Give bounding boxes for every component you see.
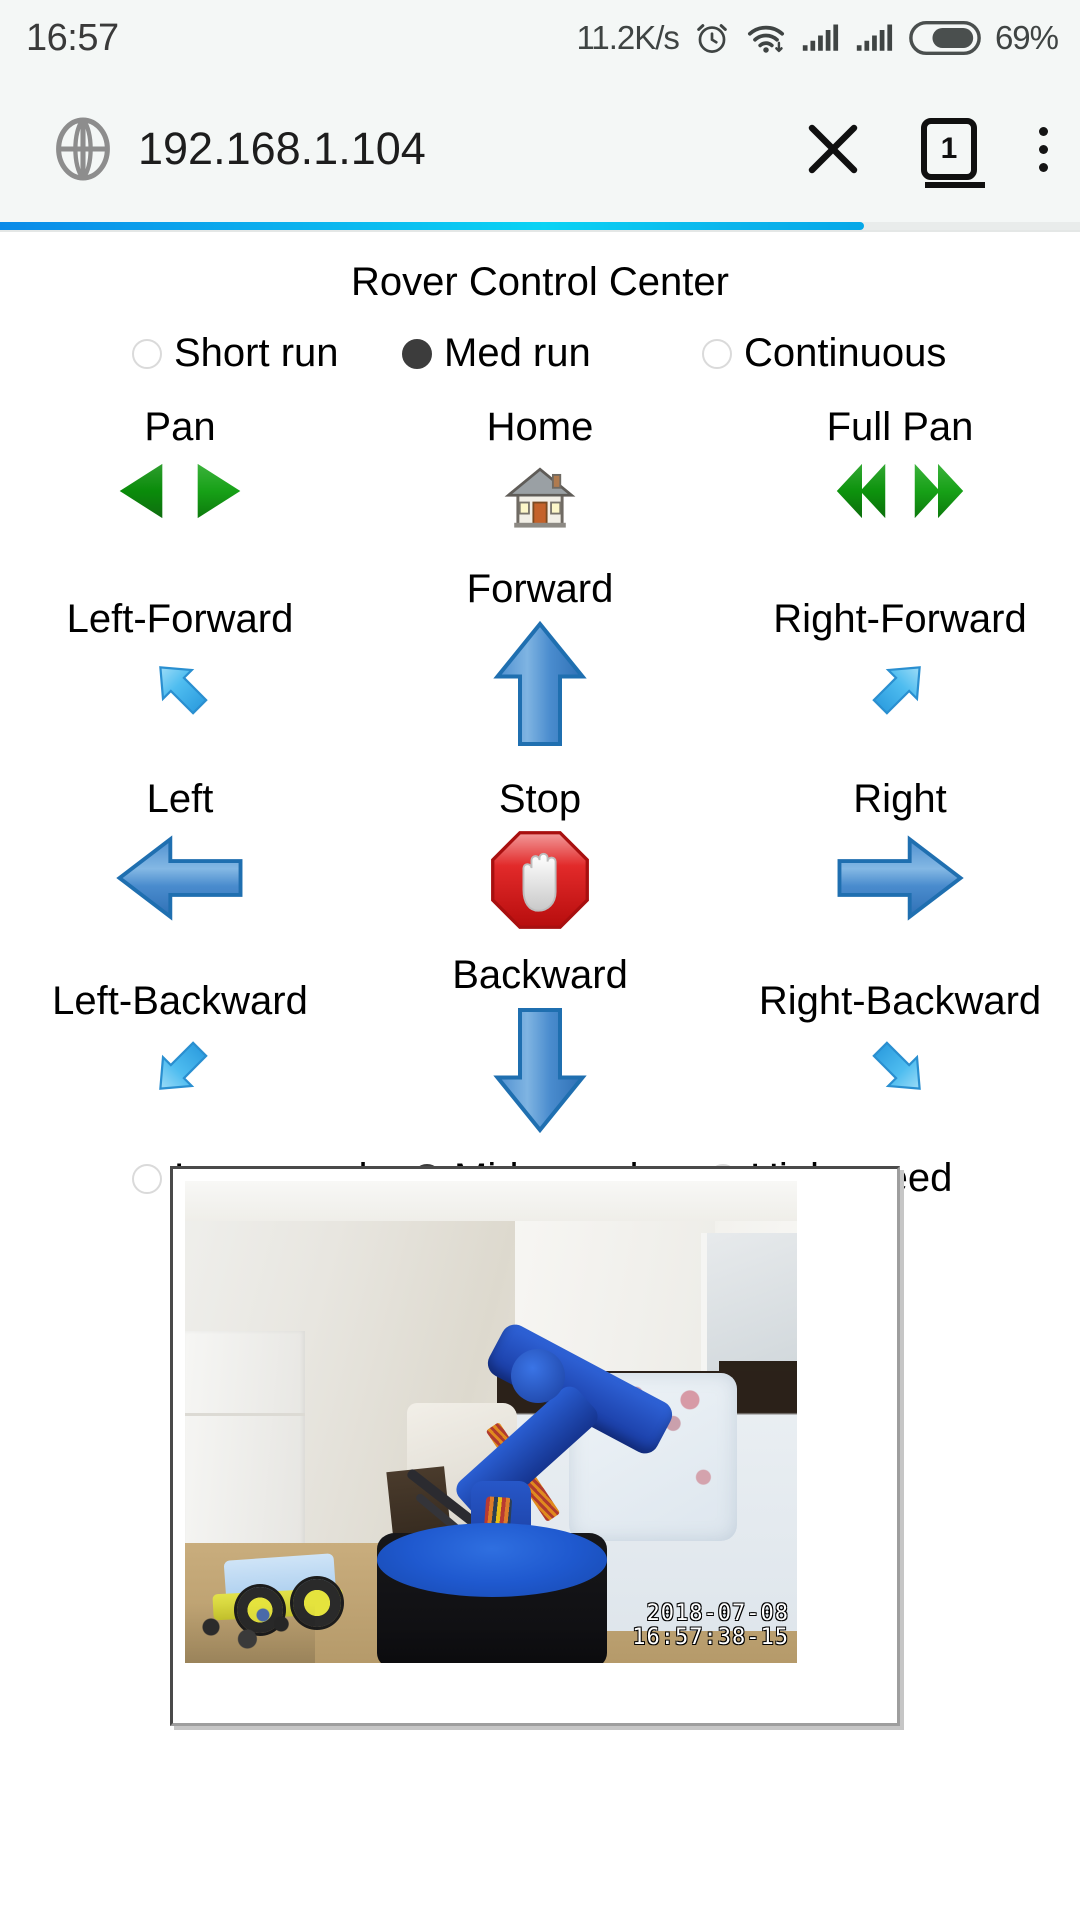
left-backward-control: Left-Backward bbox=[0, 954, 360, 1138]
status-bar: 16:57 11.2K/s 69% bbox=[0, 0, 1080, 76]
home-control: Home bbox=[360, 406, 720, 532]
kebab-menu-icon[interactable] bbox=[1035, 123, 1052, 176]
status-icons-group: 11.2K/s 69% bbox=[576, 19, 1059, 57]
radio-label: Med run bbox=[444, 331, 591, 375]
battery-percent-label: 69% bbox=[994, 19, 1059, 56]
radio-med-run[interactable]: Med run bbox=[380, 331, 680, 376]
pan-control-row: Pan Home Full Pan bbox=[0, 406, 1080, 532]
radio-button-indicator[interactable] bbox=[402, 338, 432, 369]
right-forward-control: Right-Forward bbox=[720, 568, 1080, 752]
status-time: 16:57 bbox=[26, 16, 119, 59]
stop-hand-octagon-icon[interactable] bbox=[488, 828, 592, 932]
tab-count-label: 1 bbox=[940, 132, 958, 165]
arrow-right-icon[interactable] bbox=[830, 832, 970, 924]
right-backward-label: Right-Backward bbox=[758, 979, 1042, 1023]
arrow-down-left-icon[interactable] bbox=[143, 1032, 217, 1106]
arrow-up-left-icon[interactable] bbox=[143, 650, 217, 724]
right-control: Right bbox=[720, 778, 1080, 932]
arrow-down-right-icon[interactable] bbox=[863, 1032, 937, 1106]
green-arrow-right-icon[interactable] bbox=[189, 460, 249, 522]
stop-label: Stop bbox=[498, 777, 582, 821]
browser-actions: 1 bbox=[803, 118, 1052, 188]
forward-label: Forward bbox=[466, 567, 614, 611]
arrow-up-right-icon[interactable] bbox=[863, 650, 937, 724]
kebab-dot bbox=[1039, 126, 1048, 136]
scene-ceiling bbox=[185, 1181, 797, 1221]
kebab-dot bbox=[1039, 144, 1048, 154]
camera-timestamp-date: 2018-07-08 bbox=[646, 1600, 789, 1626]
wifi-icon bbox=[747, 25, 784, 53]
camera-feed-image[interactable]: 2018-07-08 16:57:38-15 bbox=[185, 1181, 797, 1663]
arrow-up-icon[interactable] bbox=[490, 616, 590, 752]
arrow-down-icon[interactable] bbox=[490, 1002, 590, 1138]
green-double-arrow-left-icon[interactable] bbox=[829, 460, 895, 522]
close-icon[interactable] bbox=[803, 118, 863, 180]
right-forward-label: Right-Forward bbox=[773, 597, 1027, 641]
page-load-progress-fill bbox=[0, 222, 864, 230]
globe-icon bbox=[56, 117, 110, 181]
backward-row: Left-Backward Backward Right-Backward bbox=[0, 954, 1080, 1138]
camera-timestamp-overlay: 2018-07-08 16:57:38-15 bbox=[632, 1600, 789, 1651]
signal-sim2-icon bbox=[856, 24, 893, 51]
left-control: Left bbox=[0, 778, 360, 932]
left-forward-control: Left-Forward bbox=[0, 568, 360, 752]
page-content: Rover Control Center Short run Med run C… bbox=[0, 232, 1080, 1201]
network-speed-label: 11.2K/s bbox=[576, 19, 679, 56]
lateral-row: Left Stop Right bbox=[0, 778, 1080, 932]
full-pan-control: Full Pan bbox=[720, 406, 1080, 532]
page-load-progress-track bbox=[0, 222, 1080, 230]
left-backward-label: Left-Backward bbox=[52, 979, 308, 1023]
radio-button-indicator[interactable] bbox=[702, 338, 732, 369]
pan-label: Pan bbox=[144, 405, 216, 449]
left-forward-label: Left-Forward bbox=[66, 597, 294, 641]
green-double-arrow-right-icon[interactable] bbox=[905, 460, 971, 522]
run-mode-radio-group: Short run Med run Continuous bbox=[0, 331, 1080, 376]
alarm-clock-icon bbox=[697, 24, 727, 53]
robot-base-top bbox=[377, 1523, 607, 1597]
house-icon[interactable] bbox=[502, 462, 578, 532]
radio-button-indicator[interactable] bbox=[132, 1163, 162, 1194]
home-label: Home bbox=[486, 405, 594, 449]
forward-row: Left-Forward Forward Right-Forward bbox=[0, 568, 1080, 752]
robot-arm-joint bbox=[511, 1349, 565, 1403]
green-arrow-left-icon[interactable] bbox=[111, 460, 171, 522]
pan-buttons bbox=[111, 460, 249, 522]
signal-sim1-icon bbox=[802, 24, 839, 51]
battery-icon bbox=[909, 20, 981, 56]
tab-count-button[interactable]: 1 bbox=[921, 118, 985, 188]
camera-timestamp-time: 16:57:38-15 bbox=[632, 1625, 789, 1651]
radio-label: Continuous bbox=[744, 331, 947, 375]
scene-clutter bbox=[185, 1603, 315, 1663]
radio-continuous[interactable]: Continuous bbox=[680, 331, 1000, 376]
pan-control: Pan bbox=[0, 406, 360, 532]
arrow-left-icon[interactable] bbox=[110, 832, 250, 924]
backward-control: Backward bbox=[360, 954, 720, 1138]
right-label: Right bbox=[853, 777, 947, 821]
address-bar-url[interactable]: 192.168.1.104 bbox=[138, 123, 426, 175]
forward-control: Forward bbox=[360, 568, 720, 752]
camera-feed-panel: 2018-07-08 16:57:38-15 bbox=[170, 1166, 900, 1726]
radio-short-run[interactable]: Short run bbox=[80, 331, 380, 376]
stop-control: Stop bbox=[360, 778, 720, 932]
right-backward-control: Right-Backward bbox=[720, 954, 1080, 1138]
left-label: Left bbox=[146, 777, 214, 821]
radio-label: Short run bbox=[174, 331, 339, 375]
radio-button-indicator[interactable] bbox=[132, 338, 162, 369]
full-pan-label: Full Pan bbox=[826, 405, 974, 449]
kebab-dot bbox=[1039, 162, 1048, 172]
full-pan-buttons bbox=[829, 460, 971, 522]
browser-toolbar: 192.168.1.104 1 bbox=[0, 76, 1080, 222]
page-title: Rover Control Center bbox=[351, 260, 729, 304]
backward-label: Backward bbox=[452, 953, 628, 997]
home-button[interactable] bbox=[502, 462, 578, 532]
